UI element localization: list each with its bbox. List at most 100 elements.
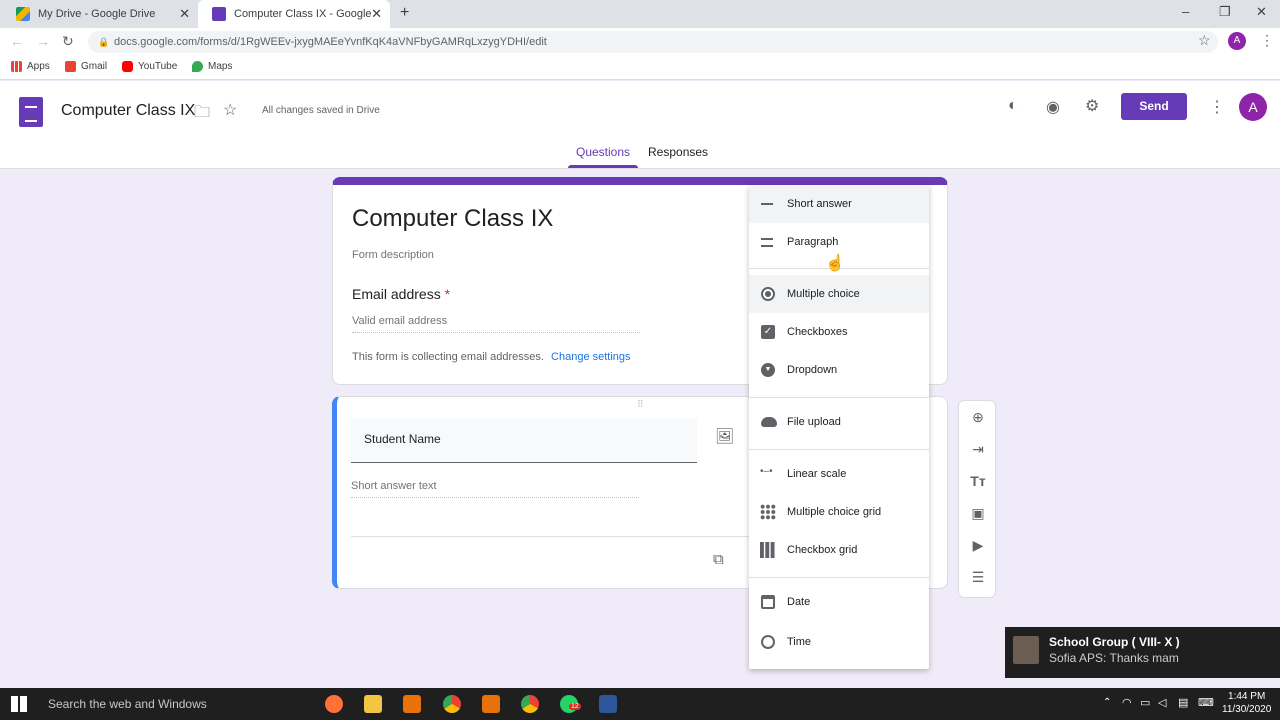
add-image-icon[interactable]: ▣ [970, 505, 986, 522]
checkbox-icon: ✓ [761, 325, 775, 339]
tab-questions[interactable]: Questions [576, 145, 630, 159]
tab-title: Computer Class IX - Google Forms [234, 8, 374, 20]
form-title[interactable]: Computer Class IX [352, 205, 553, 233]
tab-responses[interactable]: Responses [648, 145, 708, 159]
form-document-title[interactable]: Computer Class IX [61, 102, 195, 120]
bookmark-gmail[interactable]: Gmail [65, 61, 107, 72]
linear-scale-icon: •–• [760, 466, 773, 477]
menu-item-multiple-choice-grid[interactable]: Multiple choice grid [749, 493, 929, 531]
menu-item-linear-scale[interactable]: •–• Linear scale [749, 455, 929, 493]
import-questions-icon[interactable]: ⇥ [970, 441, 986, 458]
url-text: docs.google.com/forms/d/1RgWEEv-jxygMAEe… [114, 36, 547, 48]
bookmark-label: Maps [208, 61, 233, 72]
notification-body: Sofia APS: Thanks mam [1049, 651, 1179, 665]
menu-item-label: Date [787, 596, 811, 608]
youtube-icon [122, 61, 133, 72]
menu-item-time[interactable]: Time [749, 623, 929, 661]
menu-item-checkboxes[interactable]: ✓ Checkboxes [749, 313, 929, 351]
menu-separator [749, 577, 929, 578]
app-icon[interactable] [482, 695, 500, 713]
profile-avatar[interactable]: A [1228, 32, 1246, 50]
save-status: All changes saved in Drive [262, 105, 380, 116]
close-window-icon[interactable]: ✕ [1256, 4, 1267, 20]
palette-icon[interactable]: ◐ [1008, 97, 1018, 115]
bookmark-label: Apps [27, 61, 50, 72]
system-clock[interactable]: 1:44 PM 11/30/2020 [1222, 690, 1271, 716]
add-section-icon[interactable]: ☰ [970, 569, 986, 586]
drag-handle-icon[interactable]: ⠿ [637, 399, 645, 410]
star-icon[interactable]: ☆ [223, 100, 237, 120]
star-bookmark-icon[interactable]: ☆ [1198, 32, 1211, 49]
question-title-input[interactable]: Student Name [351, 418, 697, 463]
menu-item-multiple-choice[interactable]: Multiple choice [749, 275, 929, 313]
file-explorer-icon[interactable] [364, 695, 382, 713]
new-tab-icon[interactable]: + [400, 4, 409, 22]
reload-icon[interactable]: ↻ [62, 33, 74, 50]
tray-chevron-icon[interactable]: ⌃ [1103, 697, 1111, 708]
forward-icon[interactable]: → [36, 33, 50, 49]
menu-item-date[interactable]: Date [749, 583, 929, 621]
form-description-field[interactable]: Form description [352, 249, 434, 261]
tab-google-forms[interactable]: Computer Class IX - Google Forms ✕ [198, 0, 390, 28]
whatsapp-icon[interactable]: 12 [560, 695, 581, 713]
taskbar-search[interactable]: Search the web and Windows [36, 688, 318, 720]
menu-item-file-upload[interactable]: File upload [749, 403, 929, 441]
bookmark-apps[interactable]: Apps [11, 61, 50, 72]
add-title-icon[interactable]: Tт [970, 473, 986, 489]
more-options-icon[interactable]: ⋮ [1209, 97, 1225, 117]
menu-item-label: Checkbox grid [787, 544, 858, 556]
drive-icon [16, 7, 30, 21]
floating-toolbar: ⊕ ⇥ Tт ▣ ▶ ☰ [958, 400, 996, 598]
menu-item-label: Multiple choice grid [787, 506, 882, 518]
windows-taskbar: Search the web and Windows 12 ⌃ ◠ ▭ ◁ ▤ … [0, 688, 1280, 720]
menu-item-label: Time [787, 636, 812, 648]
send-button[interactable]: Send [1121, 93, 1187, 120]
network-icon[interactable]: ◠ [1122, 696, 1132, 709]
add-image-icon[interactable]: 🖼 [715, 427, 734, 445]
mouse-cursor-icon: ☝ [825, 255, 845, 272]
back-icon[interactable]: ← [10, 33, 24, 49]
menu-item-checkbox-grid[interactable]: Checkbox grid [749, 531, 929, 569]
chrome-icon[interactable] [443, 695, 461, 713]
browser-menu-icon[interactable]: ⋮ [1260, 32, 1274, 49]
volume-icon[interactable]: ◁ [1158, 696, 1166, 709]
bookmark-youtube[interactable]: YouTube [122, 61, 177, 72]
tab-my-drive[interactable]: My Drive - Google Drive ✕ [2, 0, 198, 28]
folder-icon[interactable]: 🗀 [194, 101, 210, 128]
settings-gear-icon[interactable]: ⚙ [1085, 96, 1099, 116]
preview-eye-icon[interactable]: ◉ [1046, 97, 1060, 117]
minimize-icon[interactable]: – [1182, 4, 1189, 19]
close-tab-icon[interactable]: ✕ [179, 6, 190, 22]
account-avatar[interactable]: A [1239, 93, 1267, 121]
cloud-upload-icon [761, 417, 777, 427]
grid-dots-icon [760, 504, 776, 520]
change-settings-link[interactable]: Change settings [551, 351, 631, 363]
bookmark-label: Gmail [81, 61, 108, 72]
windows-start-icon[interactable] [11, 696, 27, 712]
bookmark-maps[interactable]: Maps [192, 61, 232, 72]
battery-icon[interactable]: ▭ [1140, 696, 1150, 709]
chrome-icon[interactable] [521, 695, 539, 713]
paragraph-icon [761, 238, 773, 247]
duplicate-icon[interactable]: ⧉ [713, 551, 724, 568]
menu-item-dropdown[interactable]: ▼ Dropdown [749, 351, 929, 389]
notification-toast[interactable]: School Group ( VIII- X ) Sofia APS: Than… [1005, 627, 1280, 678]
add-video-icon[interactable]: ▶ [970, 537, 986, 554]
action-center-icon[interactable]: ▤ [1178, 696, 1188, 709]
menu-item-short-answer[interactable]: Short answer [749, 185, 929, 223]
close-tab-icon[interactable]: ✕ [371, 6, 382, 22]
url-field[interactable]: 🔒 docs.google.com/forms/d/1RgWEEv-jxygMA… [88, 31, 1218, 53]
word-icon[interactable] [599, 695, 617, 713]
keyboard-icon[interactable]: ⌨ [1198, 696, 1214, 709]
maps-icon [192, 61, 203, 72]
collecting-note: This form is collecting email addresses.… [352, 351, 631, 363]
lock-icon: 🔒 [98, 37, 110, 47]
app-icon[interactable] [403, 695, 421, 713]
question-type-menu: Short answer Paragraph Multiple choice ✓… [749, 185, 929, 669]
google-forms-logo[interactable] [19, 97, 43, 127]
firefox-icon[interactable] [325, 695, 343, 713]
notification-title: School Group ( VIII- X ) [1049, 635, 1180, 649]
maximize-icon[interactable]: ❐ [1219, 4, 1231, 20]
menu-item-label: File upload [787, 416, 841, 428]
add-question-icon[interactable]: ⊕ [970, 409, 986, 426]
